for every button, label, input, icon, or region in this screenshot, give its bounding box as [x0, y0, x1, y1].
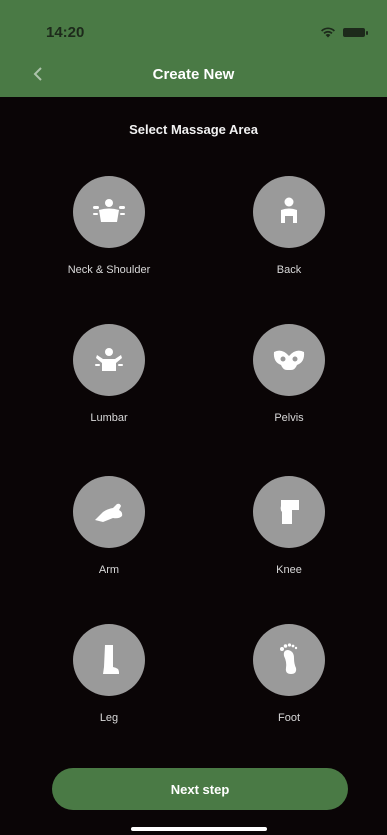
area-label: Foot: [277, 712, 300, 724]
section-title: Select Massage Area: [129, 122, 258, 137]
status-time: 14:20: [46, 24, 85, 41]
leg-icon: [103, 645, 119, 674]
area-icon-circle: [73, 324, 145, 396]
pelvis-icon: [273, 350, 305, 370]
home-indicator: [131, 827, 267, 831]
area-icon-circle: [253, 624, 325, 696]
back-icon: [281, 197, 297, 223]
area-label: Knee: [276, 564, 302, 576]
area-icon-circle: [253, 176, 325, 248]
area-foot[interactable]: Foot: [219, 624, 359, 724]
area-label: Leg: [99, 712, 119, 724]
area-back[interactable]: Back: [219, 176, 359, 276]
neck-shoulder-icon: [93, 199, 125, 222]
battery-icon: [343, 27, 368, 37]
knee-icon: [280, 500, 299, 524]
area-icon-circle: [73, 624, 145, 696]
lumbar-icon: [95, 348, 123, 371]
nav-header: 14:20 Create New: [0, 0, 387, 97]
wifi-icon: [321, 27, 335, 38]
area-icon-circle: [253, 476, 325, 548]
area-icon-circle: [73, 476, 145, 548]
area-label: Arm: [98, 564, 120, 576]
arm-icon: [95, 503, 123, 522]
next-step-button[interactable]: Next step: [52, 768, 348, 810]
area-pelvis[interactable]: Pelvis: [219, 324, 359, 424]
area-neck-shoulder[interactable]: Neck & Shoulder: [39, 176, 179, 276]
area-label: Back: [276, 264, 302, 276]
area-leg[interactable]: Leg: [39, 624, 179, 724]
area-icon-circle: [253, 324, 325, 396]
area-label: Lumbar: [90, 412, 128, 424]
area-knee[interactable]: Knee: [219, 476, 359, 576]
area-label: Pelvis: [274, 412, 304, 424]
area-icon-circle: [73, 176, 145, 248]
foot-icon: [280, 643, 298, 674]
status-icons: [320, 26, 368, 38]
page-title: Create New: [152, 66, 235, 83]
area-label: Neck & Shoulder: [67, 264, 151, 276]
area-arm[interactable]: Arm: [39, 476, 179, 576]
area-lumbar[interactable]: Lumbar: [39, 324, 179, 424]
